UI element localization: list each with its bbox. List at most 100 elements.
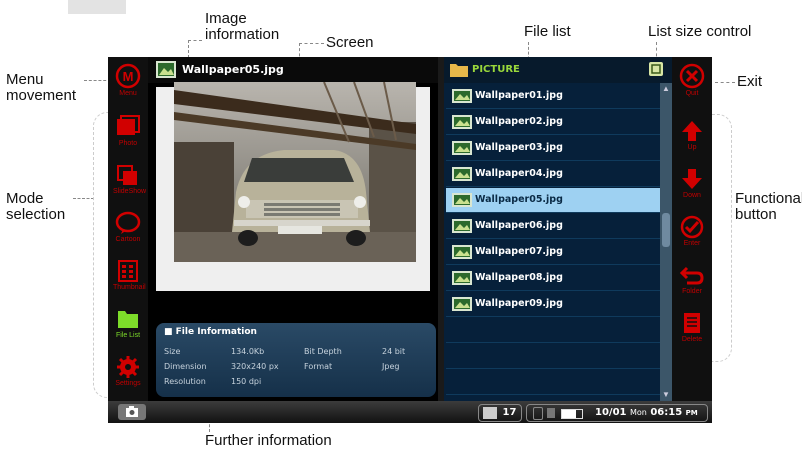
gear-icon	[117, 356, 139, 378]
delete-icon	[684, 313, 700, 333]
time-text: 06:15	[650, 407, 683, 418]
top-tab-fragment	[68, 0, 126, 14]
mode-slideshow-button[interactable]: SlideShow	[113, 163, 147, 201]
image-file-icon	[452, 115, 472, 129]
file-list-item[interactable]: Wallpaper08.jpg	[446, 266, 660, 291]
file-name: Wallpaper06.jpg	[475, 220, 563, 231]
volume-indicator[interactable]: 17	[478, 404, 522, 422]
file-list-header: PICTURE	[444, 57, 672, 83]
image-viewer: Wallpaper05.jpg ■ File Information Size …	[148, 57, 438, 401]
file-name: Wallpaper08.jpg	[475, 272, 563, 283]
device-screen: M Menu Photo SlideShow Cartoon Thumbnail…	[108, 57, 712, 423]
file-list-item[interactable]: Wallpaper03.jpg	[446, 136, 660, 161]
info-value: 134.0Kb	[231, 347, 265, 356]
folder-icon	[118, 311, 138, 328]
mode-label: SlideShow	[113, 188, 147, 195]
file-information-panel: ■ File Information Size 134.0Kb Bit Dept…	[156, 323, 436, 397]
volume-value: 17	[502, 407, 517, 418]
callout-exit: Exit	[737, 73, 763, 90]
callout-file-list: File list	[524, 23, 571, 40]
mode-file-list-button[interactable]: File List	[113, 307, 143, 345]
image-file-icon	[452, 89, 472, 103]
image-file-icon	[156, 61, 176, 78]
mode-thumbnail-button[interactable]: Thumbnail	[113, 259, 146, 297]
down-arrow-icon	[682, 169, 702, 189]
image-file-icon	[452, 141, 472, 155]
enter-button[interactable]: Enter	[677, 215, 707, 253]
file-list-panel: PICTURE Wallpaper01.jpg Wallpaper02.jpg Wa…	[444, 57, 672, 401]
left-menu-bar: M Menu Photo SlideShow Cartoon Thumbnail…	[108, 57, 148, 401]
empty-list-row	[446, 370, 660, 395]
file-list-item[interactable]: Wallpaper01.jpg	[446, 84, 660, 109]
photo-image	[174, 82, 416, 262]
folder-icon	[450, 64, 468, 77]
file-name: Wallpaper02.jpg	[475, 116, 563, 127]
lock-icon	[533, 407, 543, 420]
mode-photo-button[interactable]: Photo	[113, 115, 143, 153]
mode-settings-button[interactable]: Settings	[113, 355, 143, 393]
file-list-item[interactable]: Wallpaper02.jpg	[446, 110, 660, 135]
function-label: Enter	[683, 240, 701, 247]
down-button[interactable]: Down	[677, 167, 707, 205]
scroll-up-icon[interactable]: ▲	[662, 85, 670, 93]
image-title-row: Wallpaper05.jpg	[148, 57, 438, 83]
image-file-icon	[452, 271, 472, 285]
scroll-down-icon[interactable]: ▼	[662, 391, 670, 399]
camera-icon	[126, 406, 138, 417]
day-text: Mon	[629, 408, 647, 417]
file-list-item[interactable]: Wallpaper06.jpg	[446, 214, 660, 239]
image-file-icon	[452, 245, 472, 259]
info-value: 320x240 px	[231, 362, 279, 371]
folder-back-button[interactable]: Folder	[677, 263, 707, 301]
quit-label: Quit	[685, 90, 699, 97]
info-label: Resolution	[164, 377, 206, 386]
delete-button[interactable]: Delete	[677, 311, 707, 349]
file-name: Wallpaper09.jpg	[475, 298, 563, 309]
file-name: Wallpaper01.jpg	[475, 90, 563, 101]
mode-label: Photo	[118, 140, 138, 147]
file-list-item[interactable]: Wallpaper04.jpg	[446, 162, 660, 187]
list-scrollbar[interactable]: ▲ ▼	[660, 83, 672, 401]
image-file-icon	[452, 297, 472, 311]
info-label: Format	[304, 362, 333, 371]
right-menu-bar: Quit Up Down Enter Folder Delete	[672, 57, 712, 401]
camera-button[interactable]	[118, 404, 146, 420]
empty-list-row	[446, 318, 660, 343]
file-list-item[interactable]: Wallpaper05.jpg	[446, 188, 660, 213]
quit-button[interactable]: Quit	[677, 63, 707, 101]
enter-icon	[680, 215, 704, 239]
info-label: Bit Depth	[304, 347, 342, 356]
card-icon	[547, 408, 555, 418]
file-information-header: ■ File Information	[164, 327, 257, 337]
image-file-icon	[452, 219, 472, 233]
scroll-thumb[interactable]	[662, 213, 670, 247]
file-list-item[interactable]: Wallpaper09.jpg	[446, 292, 660, 317]
file-list-item[interactable]: Wallpaper07.jpg	[446, 240, 660, 265]
function-label: Folder	[682, 288, 702, 295]
callout-image-information: Image information	[205, 10, 280, 43]
speaker-icon	[483, 407, 497, 419]
slideshow-icon	[117, 165, 137, 185]
function-label: Up	[687, 144, 697, 151]
image-file-icon	[452, 167, 472, 181]
info-label: Size	[164, 347, 181, 356]
file-name: Wallpaper07.jpg	[475, 246, 563, 257]
info-value: 150 dpi	[231, 377, 262, 386]
menu-button[interactable]: M Menu	[113, 63, 143, 101]
photo-icon	[117, 115, 140, 135]
image-file-icon	[452, 193, 472, 207]
list-size-icon	[651, 64, 661, 74]
callout-screen: Screen	[326, 34, 374, 51]
callout-list-size-control: List size control	[648, 23, 752, 40]
mode-cartoon-button[interactable]: Cartoon	[113, 211, 143, 249]
up-arrow-icon	[682, 121, 702, 141]
empty-list-row	[446, 344, 660, 369]
svg-text:M: M	[123, 69, 134, 84]
list-size-control-button[interactable]	[649, 62, 663, 76]
up-button[interactable]: Up	[677, 119, 707, 157]
folder-name: PICTURE	[472, 64, 520, 75]
battery-icon	[561, 409, 583, 419]
callout-menu-movement: Menu movement	[6, 71, 77, 104]
callout-further-information: Further information	[205, 432, 332, 449]
cartoon-icon	[115, 211, 141, 234]
